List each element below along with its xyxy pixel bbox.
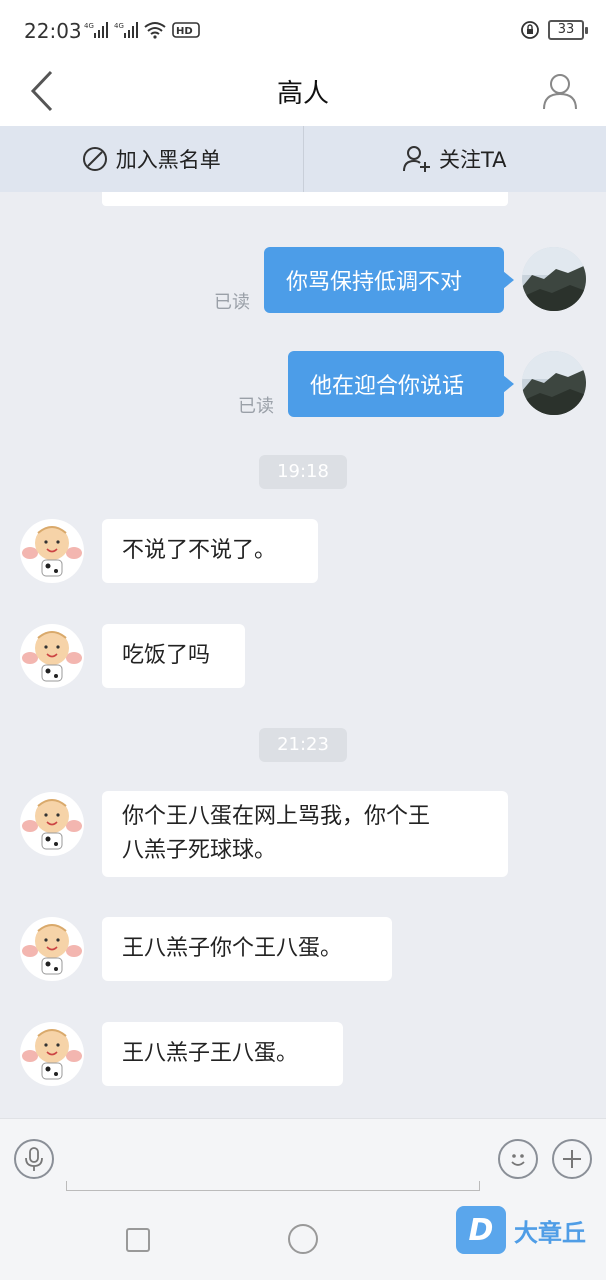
hd-icon: HD: [172, 22, 200, 38]
emoji-button[interactable]: [498, 1139, 538, 1179]
my-avatar[interactable]: [522, 247, 586, 311]
read-status: 已读: [214, 292, 250, 313]
chat-area[interactable]: 已读 你骂保持低调不对 已读 他在迎合你说话 19:18 不说了不说了。 吃饭了…: [0, 192, 606, 1118]
chat-header: 高人: [0, 56, 606, 126]
input-bar: [0, 1118, 606, 1200]
svg-text:4G: 4G: [114, 22, 124, 30]
message-input[interactable]: [66, 1181, 480, 1191]
incoming-message-bubble[interactable]: 你个王八蛋在网上骂我，你个王 八羔子死球球。: [102, 791, 508, 877]
message-text-line: 你个王八蛋在网上骂我，你个王: [122, 804, 431, 829]
smiley-icon: [511, 1154, 525, 1166]
my-avatar[interactable]: [522, 351, 586, 415]
add-person-icon: [402, 146, 430, 172]
outgoing-message-bubble[interactable]: 你骂保持低调不对: [264, 247, 514, 313]
status-time: 22:03: [24, 19, 82, 43]
more-button[interactable]: [552, 1139, 592, 1179]
microphone-icon: [25, 1147, 43, 1171]
wifi-icon: [144, 22, 166, 39]
watermark: D 大章丘: [456, 1206, 586, 1254]
person-icon: [543, 74, 577, 110]
message-text: 吃饭了吗: [122, 643, 211, 668]
contact-avatar[interactable]: [20, 1022, 84, 1086]
add-to-blacklist-button[interactable]: 加入黑名单: [0, 126, 303, 192]
incoming-message-bubble[interactable]: 吃饭了吗: [102, 624, 245, 688]
cartoon-baby-avatar-image: [20, 792, 84, 856]
cartoon-baby-avatar-image: [20, 519, 84, 583]
timestamp: 21:23: [259, 728, 347, 762]
page-title: 高人: [276, 79, 329, 109]
recent-apps-button[interactable]: [126, 1228, 150, 1252]
message-text: 王八羔子王八蛋。: [122, 1041, 299, 1066]
cartoon-baby-avatar-image: [20, 1022, 84, 1086]
incoming-message-bubble[interactable]: 不说了不说了。: [102, 519, 318, 583]
incoming-message-bubble[interactable]: 王八羔子王八蛋。: [102, 1022, 343, 1086]
timestamp: 19:18: [259, 455, 347, 489]
action-bar: 加入黑名单 关注TA: [0, 126, 606, 192]
partial-message-bubble: [102, 192, 508, 206]
system-nav-bar: D 大章丘: [0, 1200, 606, 1280]
watermark-text: 大章丘: [514, 1218, 586, 1247]
follow-button[interactable]: 关注TA: [304, 126, 606, 192]
message-text: 不说了不说了。: [122, 538, 277, 563]
message-text: 你骂保持低调不对: [286, 270, 463, 295]
message-text: 他在迎合你说话: [310, 374, 465, 399]
blacklist-label: 加入黑名单: [115, 148, 221, 172]
status-icons: 4G 4G HD: [84, 20, 200, 40]
contact-avatar[interactable]: [20, 792, 84, 856]
status-bar: 22:03 4G 4G HD 33: [0, 0, 606, 56]
signal-icon: 4G: [84, 22, 108, 38]
incoming-message-bubble[interactable]: 王八羔子你个王八蛋。: [102, 917, 392, 981]
home-button[interactable]: [288, 1224, 318, 1254]
cartoon-baby-avatar-image: [20, 917, 84, 981]
profile-button[interactable]: [532, 64, 588, 118]
voice-button[interactable]: [14, 1139, 54, 1179]
message-text: 王八羔子你个王八蛋。: [122, 936, 343, 961]
landscape-avatar-image: [522, 247, 586, 311]
svg-text:HD: HD: [176, 26, 193, 37]
battery-icon: 33: [548, 20, 588, 40]
contact-avatar[interactable]: [20, 624, 84, 688]
outgoing-message-bubble[interactable]: 他在迎合你说话: [288, 351, 514, 417]
landscape-avatar-image: [522, 351, 586, 415]
cartoon-baby-avatar-image: [20, 624, 84, 688]
plus-icon: [563, 1150, 581, 1168]
message-text-line: 八羔子死球球。: [122, 838, 277, 863]
status-right: 33: [520, 20, 588, 40]
svg-text:4G: 4G: [84, 22, 94, 30]
watermark-logo: D: [456, 1206, 506, 1254]
signal-icon: 4G: [114, 22, 138, 38]
follow-label: 关注TA: [438, 148, 507, 172]
contact-avatar[interactable]: [20, 519, 84, 583]
contact-avatar[interactable]: [20, 917, 84, 981]
read-status: 已读: [238, 396, 274, 417]
rotation-lock-icon: [521, 21, 539, 39]
block-icon: [82, 147, 107, 171]
